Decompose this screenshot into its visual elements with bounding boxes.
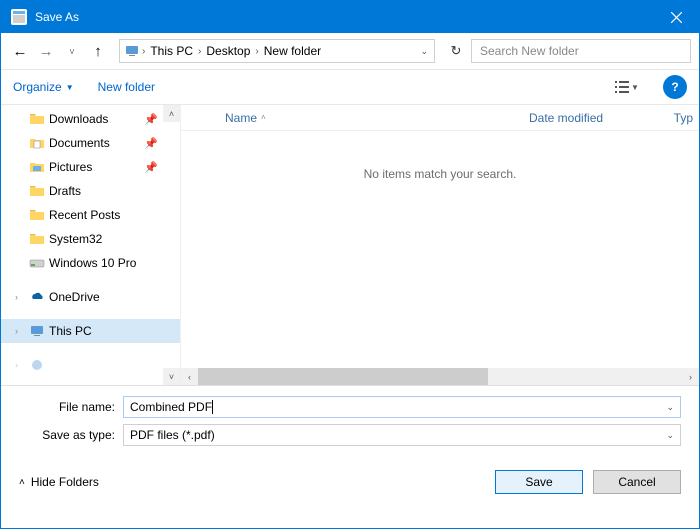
search-placeholder: Search New folder [480, 44, 579, 58]
hide-folders-button[interactable]: ˄ Hide Folders [19, 475, 99, 489]
filename-label: File name: [19, 400, 123, 414]
sidebar-item-label: Windows 10 Pro [49, 256, 136, 270]
back-button[interactable]: ← [9, 40, 31, 62]
app-icon [11, 9, 27, 25]
horizontal-scrollbar[interactable]: ‹ › [181, 368, 699, 385]
sidebar-item-label: System32 [49, 232, 102, 246]
filename-value: Combined PDF [130, 400, 212, 414]
chevron-up-icon: ˄ [19, 477, 25, 488]
sidebar-item-label: Downloads [49, 112, 108, 126]
column-date[interactable]: Date modified [529, 111, 659, 125]
cancel-button[interactable]: Cancel [593, 470, 681, 494]
sidebar-item-downloads[interactable]: Downloads 📌 [1, 107, 180, 131]
folder-icon [29, 111, 45, 127]
title-bar: Save As [1, 1, 699, 33]
sidebar-item-recent-posts[interactable]: Recent Posts [1, 203, 180, 227]
forward-button[interactable]: → [35, 40, 57, 62]
sidebar-scroll-down[interactable]: ˅ [163, 368, 180, 385]
text-cursor [212, 400, 213, 414]
nav-bar: ← → v ↑ › This PC › Desktop › New folder… [1, 33, 699, 69]
window-title: Save As [35, 10, 79, 24]
breadcrumb[interactable]: › This PC › Desktop › New folder ⌄ [119, 39, 435, 63]
sidebar-item-label: This PC [49, 324, 92, 338]
refresh-button[interactable]: ↻ [445, 40, 467, 62]
chevron-down-icon: ▼ [66, 83, 74, 92]
view-icon [615, 80, 629, 94]
form-area: File name: Combined PDF ⌄ Save as type: … [1, 386, 699, 456]
column-type[interactable]: Typ [659, 111, 699, 125]
sidebar-item-label: Documents [49, 136, 110, 150]
network-icon [29, 357, 45, 373]
toolbar: Organize▼ New folder ▼ ? [1, 69, 699, 105]
sidebar-item-windows10pro[interactable]: Windows 10 Pro [1, 251, 180, 275]
sidebar: ˄ Downloads 📌 Documents 📌 Pictures 📌 [1, 105, 181, 385]
folder-icon [29, 183, 45, 199]
close-button[interactable] [653, 1, 699, 33]
folder-icon [29, 207, 45, 223]
organize-button[interactable]: Organize▼ [13, 80, 74, 94]
chevron-right-icon: › [253, 46, 260, 57]
chevron-down-icon[interactable]: ⌄ [666, 402, 674, 413]
empty-message: No items match your search. [181, 167, 699, 181]
scroll-thumb[interactable] [198, 368, 488, 385]
sidebar-item-label: Recent Posts [49, 208, 120, 222]
expand-icon[interactable]: › [15, 360, 25, 370]
recent-dropdown[interactable]: v [61, 40, 83, 62]
pictures-icon [29, 159, 45, 175]
pin-icon: 📌 [144, 137, 158, 150]
content-area: Name˄ Date modified Typ No items match y… [181, 105, 699, 385]
column-name[interactable]: Name˄ [181, 111, 529, 125]
sidebar-item-label: OneDrive [49, 290, 100, 304]
sidebar-item-system32[interactable]: System32 [1, 227, 180, 251]
breadcrumb-seg-newfolder[interactable]: New folder [261, 44, 324, 58]
main-area: ˄ Downloads 📌 Documents 📌 Pictures 📌 [1, 105, 699, 385]
drive-icon [29, 255, 45, 271]
sidebar-item-drafts[interactable]: Drafts [1, 179, 180, 203]
pin-icon: 📌 [144, 161, 158, 174]
sidebar-item-label: Pictures [49, 160, 92, 174]
savetype-select[interactable]: PDF files (*.pdf) ⌄ [123, 424, 681, 446]
scroll-track[interactable] [198, 368, 682, 385]
scroll-left-button[interactable]: ‹ [181, 368, 198, 385]
new-folder-button[interactable]: New folder [98, 80, 155, 94]
breadcrumb-seg-thispc[interactable]: This PC [147, 44, 196, 58]
footer: ˄ Hide Folders Save Cancel [1, 456, 699, 502]
scroll-right-button[interactable]: › [682, 368, 699, 385]
onedrive-icon [29, 289, 45, 305]
documents-icon [29, 135, 45, 151]
pin-icon: 📌 [144, 113, 158, 126]
search-input[interactable]: Search New folder [471, 39, 691, 63]
column-headers: Name˄ Date modified Typ [181, 105, 699, 131]
up-button[interactable]: ↑ [87, 40, 109, 62]
sidebar-item-documents[interactable]: Documents 📌 [1, 131, 180, 155]
thispc-icon [29, 323, 45, 339]
chevron-down-icon: ˅ [169, 372, 174, 382]
expand-icon[interactable]: › [15, 326, 25, 336]
savetype-value: PDF files (*.pdf) [130, 428, 215, 442]
filename-input[interactable]: Combined PDF ⌄ [123, 396, 681, 418]
savetype-label: Save as type: [19, 428, 123, 442]
help-button[interactable]: ? [663, 75, 687, 99]
sidebar-item-thispc[interactable]: › This PC [1, 319, 180, 343]
chevron-right-icon: › [196, 46, 203, 57]
chevron-down-icon: ▼ [631, 83, 639, 92]
pc-icon [124, 43, 140, 59]
chevron-right-icon: › [140, 46, 147, 57]
close-icon [671, 12, 682, 23]
sidebar-item-network[interactable]: › [1, 353, 180, 377]
sidebar-item-pictures[interactable]: Pictures 📌 [1, 155, 180, 179]
view-options-button[interactable]: ▼ [615, 75, 639, 99]
breadcrumb-dropdown[interactable]: ⌄ [414, 46, 434, 57]
save-button[interactable]: Save [495, 470, 583, 494]
sidebar-item-onedrive[interactable]: › OneDrive [1, 285, 180, 309]
expand-icon[interactable]: › [15, 292, 25, 302]
breadcrumb-seg-desktop[interactable]: Desktop [203, 44, 253, 58]
folder-icon [29, 231, 45, 247]
chevron-down-icon[interactable]: ⌄ [666, 430, 674, 441]
sort-asc-icon: ˄ [261, 113, 266, 122]
sidebar-item-label: Drafts [49, 184, 81, 198]
